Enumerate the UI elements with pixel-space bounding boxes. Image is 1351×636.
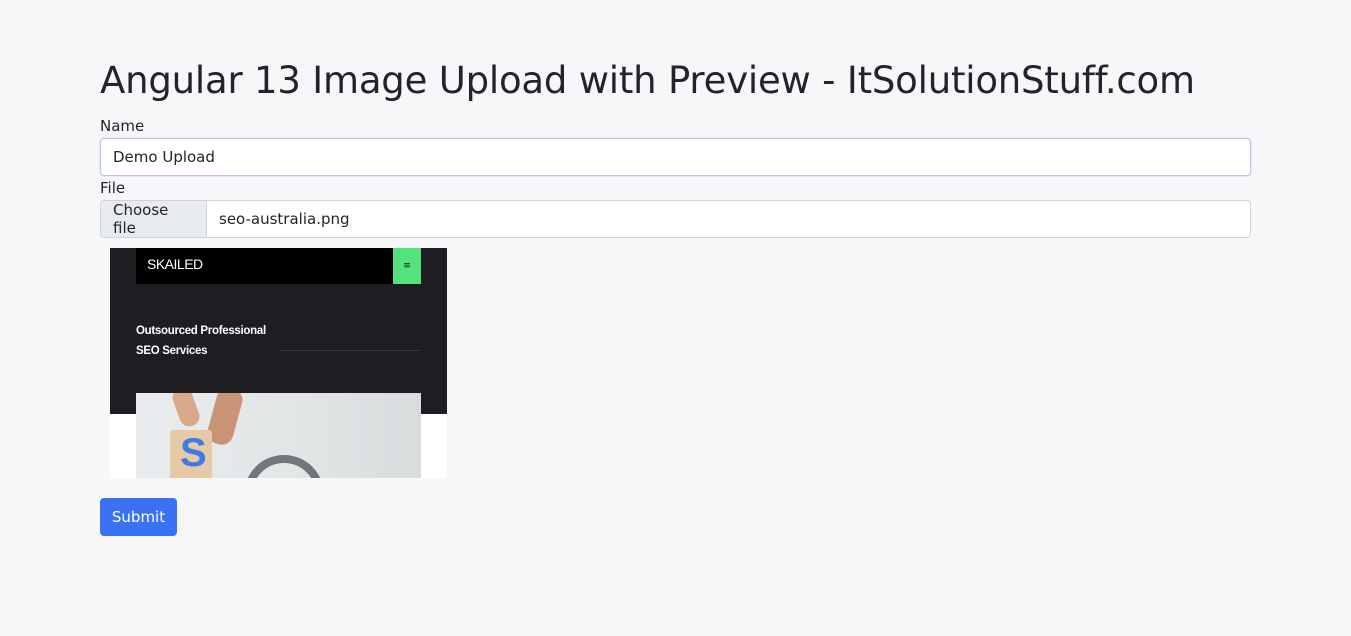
preview-logo: SKAILED: [147, 256, 203, 272]
preview-divider: [280, 350, 420, 351]
preview-headline-line1: Outsourced Professional: [136, 325, 266, 337]
preview-menu-icon: ≡: [393, 248, 421, 284]
name-input[interactable]: [100, 138, 1251, 176]
file-input[interactable]: Choose file seo-australia.png: [100, 200, 1251, 238]
preview-finger: [169, 393, 203, 430]
preview-headline-line2: SEO Services: [136, 345, 208, 357]
preview-headline: Outsourced Professional SEO Services: [136, 321, 266, 361]
choose-file-button[interactable]: Choose file: [101, 201, 207, 237]
image-preview: SKAILED ≡ Outsourced Professional SEO Se…: [110, 248, 447, 478]
file-label: File: [100, 179, 126, 197]
preview-block-letter: S: [180, 431, 207, 475]
name-label: Name: [100, 117, 145, 135]
submit-button[interactable]: Submit: [100, 498, 177, 536]
selected-file-name: seo-australia.png: [219, 210, 350, 228]
page-title: Angular 13 Image Upload with Preview - I…: [100, 59, 1195, 102]
magnifier-icon: [244, 455, 324, 478]
preview-photo: S: [136, 393, 421, 478]
